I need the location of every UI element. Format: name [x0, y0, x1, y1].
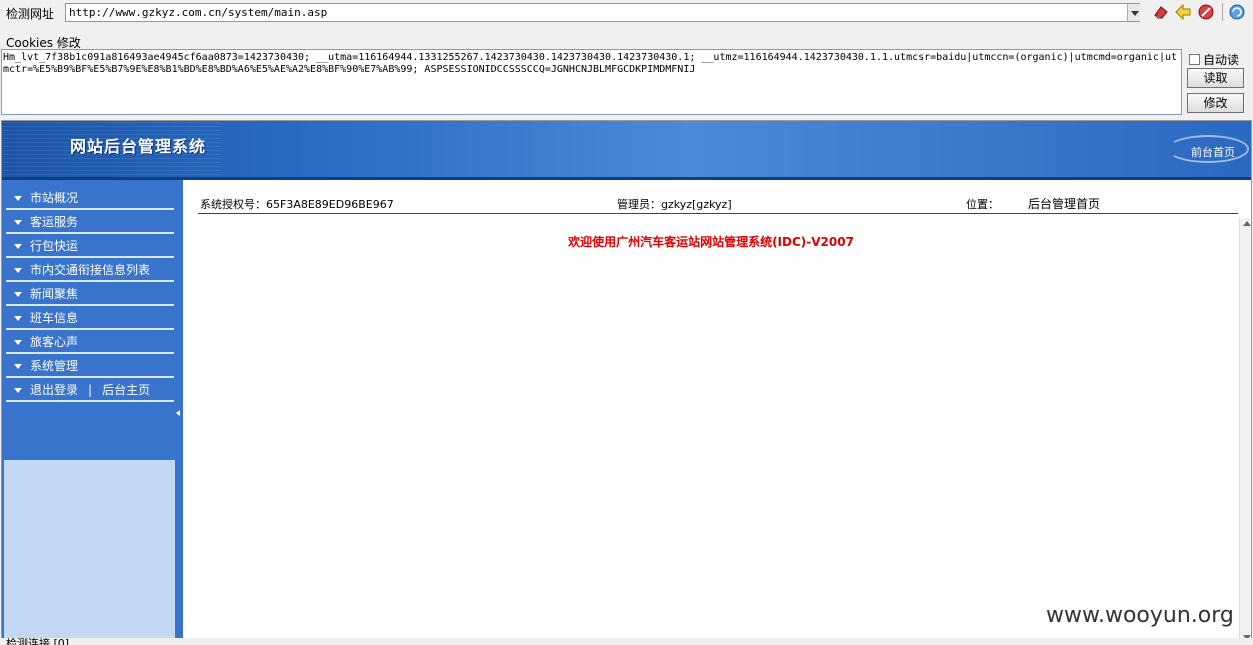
sidebar-item-label: 系统管理 — [30, 359, 79, 373]
browser-frame: 网站后台管理系统 前台首页 市站概况 客运服务 行包快运 市内交通衔接信息列表 … — [1, 120, 1252, 645]
tool-window: 检测网址 http://www.gzkyz.com.cn/system/main… — [0, 0, 1253, 645]
sidebar-item-label: 旅客心声 — [30, 335, 79, 349]
sidebar-item-label: 市内交通衔接信息列表 — [30, 263, 151, 277]
triangle-down-icon — [14, 316, 22, 321]
sidebar-collapse-toggle[interactable] — [175, 180, 183, 644]
toolbar-separator — [1222, 3, 1223, 21]
triangle-down-icon — [14, 388, 22, 393]
info-row: 系统授权号：65F3A8E89ED96BE967 管理员：gzkyz[gzkyz… — [198, 194, 1238, 214]
vertical-scrollbar[interactable] — [1239, 218, 1251, 644]
url-input[interactable]: http://www.gzkyz.com.cn/system/main.asp — [65, 3, 1140, 22]
sidebar-item-news[interactable]: 新闻聚焦 — [6, 284, 174, 306]
triangle-down-icon — [14, 364, 22, 369]
watermark: www.wooyun.org — [1046, 603, 1234, 628]
admin-home-link[interactable]: 后台主页 — [102, 383, 150, 397]
sidebar: 市站概况 客运服务 行包快运 市内交通衔接信息列表 新闻聚焦 班车信息 旅客心声… — [2, 180, 177, 644]
sidebar-item-parcel-express[interactable]: 行包快运 — [6, 236, 174, 258]
stop-icon[interactable] — [1197, 3, 1215, 21]
scroll-up-icon[interactable] — [1243, 221, 1251, 226]
front-page-link[interactable]: 前台首页 — [1167, 135, 1249, 163]
logout-link[interactable]: 退出登录 — [30, 383, 78, 397]
banner-title: 网站后台管理系统 — [70, 137, 207, 156]
triangle-down-icon — [14, 340, 22, 345]
triangle-down-icon — [14, 196, 22, 201]
sidebar-blank-area — [4, 460, 175, 644]
triangle-down-icon — [14, 220, 22, 225]
license-number: 系统授权号：65F3A8E89ED96BE967 — [200, 198, 394, 211]
auto-read-checkbox[interactable]: 自动读 — [1189, 51, 1239, 68]
refresh-icon[interactable] — [1228, 3, 1246, 21]
sidebar-item-label: 班车信息 — [30, 311, 79, 325]
triangle-down-icon — [14, 292, 22, 297]
location-value: 后台管理首页 — [1028, 197, 1101, 211]
cookies-textarea[interactable]: Hm_lvt_7f38b1c091a816493ae4945cf6aa0873=… — [1, 49, 1182, 115]
link-separator: | — [88, 383, 93, 397]
back-arrow-icon[interactable] — [1174, 3, 1192, 21]
sidebar-item-label: 市站概况 — [30, 191, 79, 205]
sidebar-item-system[interactable]: 系统管理 — [6, 356, 174, 378]
main-content: 系统授权号：65F3A8E89ED96BE967 管理员：gzkyz[gzkyz… — [183, 180, 1239, 644]
eraser-icon[interactable] — [1152, 3, 1170, 21]
checkbox-box[interactable] — [1189, 54, 1200, 65]
url-dropdown-button[interactable] — [1127, 4, 1140, 21]
sidebar-item-logout-row: 退出登录 | 后台主页 — [6, 380, 174, 402]
admin-user: 管理员：gzkyz[gzkyz] — [617, 198, 732, 211]
sidebar-item-label: 新闻聚焦 — [30, 287, 79, 301]
sidebar-item-feedback[interactable]: 旅客心声 — [6, 332, 174, 354]
triangle-down-icon — [14, 244, 22, 249]
modify-button[interactable]: 修改 — [1187, 93, 1244, 113]
sidebar-item-bus-schedule[interactable]: 班车信息 — [6, 308, 174, 330]
sidebar-item-passenger-service[interactable]: 客运服务 — [6, 212, 174, 234]
sidebar-item-transit-links[interactable]: 市内交通衔接信息列表 — [6, 260, 174, 282]
sidebar-item-label: 行包快运 — [30, 239, 79, 253]
location-label: 位置： — [966, 198, 999, 211]
site-banner: 网站后台管理系统 前台首页 — [2, 121, 1251, 179]
welcome-message: 欢迎使用广州汽车客运站网站管理系统(IDC)-V2007 — [568, 235, 854, 249]
url-label: 检测网址 — [6, 7, 55, 21]
sidebar-item-label: 客运服务 — [30, 215, 79, 229]
read-button[interactable]: 读取 — [1187, 68, 1244, 88]
triangle-down-icon — [14, 268, 22, 273]
sidebar-item-overview[interactable]: 市站概况 — [6, 188, 174, 210]
auto-read-label: 自动读 — [1203, 53, 1240, 67]
status-bar: 检测连接 [0] — [0, 638, 1253, 645]
